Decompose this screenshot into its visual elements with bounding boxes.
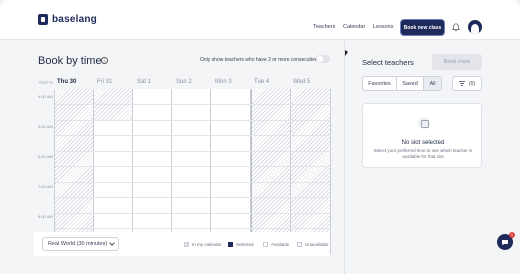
day-column[interactable]: [172, 89, 211, 254]
legend-selected: Selected: [228, 242, 254, 247]
filter-button[interactable]: (0): [452, 76, 482, 91]
consecutive-slots-toggle[interactable]: [316, 55, 330, 63]
day-header[interactable]: Sun 2: [176, 79, 192, 85]
bell-icon[interactable]: [452, 23, 460, 32]
legend-available: Available: [263, 242, 289, 247]
legend-swatch: [184, 242, 189, 247]
brand-name: baselang: [52, 14, 97, 25]
app-window: baselang Teachers Calendar Lessons Book …: [0, 0, 520, 274]
nav-link-lessons[interactable]: Lessons: [373, 24, 394, 30]
grid-line: [55, 228, 331, 229]
day-column[interactable]: [55, 89, 94, 254]
legend-label: Unavailable: [305, 242, 329, 247]
tab-favorites[interactable]: Favorites: [363, 77, 397, 90]
day-column[interactable]: [133, 89, 172, 254]
grid-line: [55, 166, 331, 167]
filter-count: (0): [468, 80, 476, 87]
grid-line: [55, 135, 331, 136]
tab-all[interactable]: All: [424, 77, 441, 90]
calendar-icon: [418, 117, 430, 129]
day-header[interactable]: Mon 3: [215, 79, 232, 85]
day-header[interactable]: Thu 30: [57, 79, 76, 85]
legend-swatch: [297, 242, 302, 247]
legend-swatch: [228, 242, 233, 247]
book-class-button[interactable]: Book class: [432, 54, 482, 70]
time-label: 8:00 AM: [38, 214, 53, 219]
day-header[interactable]: Tue 4: [254, 79, 269, 85]
empty-state-card: No slot selected Select your preferred t…: [362, 103, 482, 168]
legend-label: Selected: [236, 242, 254, 247]
duration-select-value: Real World (30 minutes): [48, 241, 108, 247]
consecutive-slots-label: Only show teachers who have 2 or more co…: [200, 57, 329, 63]
grid-line: [55, 182, 331, 183]
empty-state-title: No slot selected: [401, 140, 445, 146]
day-column[interactable]: [291, 89, 331, 254]
mouse-cursor-icon: [345, 50, 348, 56]
grid-line: [55, 151, 331, 152]
nav-link-calendar[interactable]: Calendar: [343, 24, 365, 30]
day-header[interactable]: Wed 5: [293, 79, 310, 85]
time-label: 5:00 AM: [38, 124, 53, 129]
grid-line: [55, 120, 331, 121]
day-column[interactable]: [251, 89, 291, 254]
chat-notification-badge: 1: [509, 232, 515, 238]
user-avatar[interactable]: [468, 20, 482, 34]
filter-icon: [458, 81, 465, 86]
grid-line: [55, 197, 331, 198]
legend-in-calendar: In my calendar: [184, 242, 222, 247]
legend-label: In my calendar: [192, 242, 222, 247]
time-label: 6:00 AM: [38, 154, 53, 159]
grid-line: [55, 104, 331, 105]
brand-mark-icon: [38, 14, 48, 25]
legend-label: Available: [271, 242, 290, 247]
tab-saved[interactable]: Saved: [397, 77, 424, 90]
legend-swatch: [263, 242, 268, 247]
panel-divider: [344, 41, 345, 274]
day-column-partial[interactable]: [94, 89, 133, 254]
select-teachers-title: Select teachers: [362, 58, 414, 67]
chat-icon: [502, 239, 508, 245]
book-new-class-button[interactable]: Book new class: [401, 20, 444, 35]
empty-state-description: Select your preferred time to see which …: [373, 148, 473, 159]
time-label: 7:00 AM: [38, 184, 53, 189]
time-label: 4:00 AM: [38, 94, 53, 99]
teacher-filter-tabs: Favorites Saved All: [362, 76, 442, 91]
day-header[interactable]: Sat 1: [137, 79, 151, 85]
duration-select[interactable]: Real World (30 minutes): [42, 237, 119, 251]
brand-logo[interactable]: baselang: [38, 14, 97, 25]
chevron-down-icon: [109, 240, 115, 246]
timezone-label: GMT-5: [39, 80, 53, 85]
top-nav: baselang Teachers Calendar Lessons Book …: [0, 0, 520, 40]
grid-line: [55, 213, 331, 214]
page-title: Book by time: [38, 55, 102, 67]
day-column[interactable]: [211, 89, 251, 254]
day-header[interactable]: Fri 31: [97, 79, 112, 85]
time-grid[interactable]: [54, 89, 331, 254]
info-icon[interactable]: i: [101, 57, 108, 64]
legend-unavailable: Unavailable: [297, 242, 329, 247]
nav-link-teachers[interactable]: Teachers: [313, 24, 335, 30]
